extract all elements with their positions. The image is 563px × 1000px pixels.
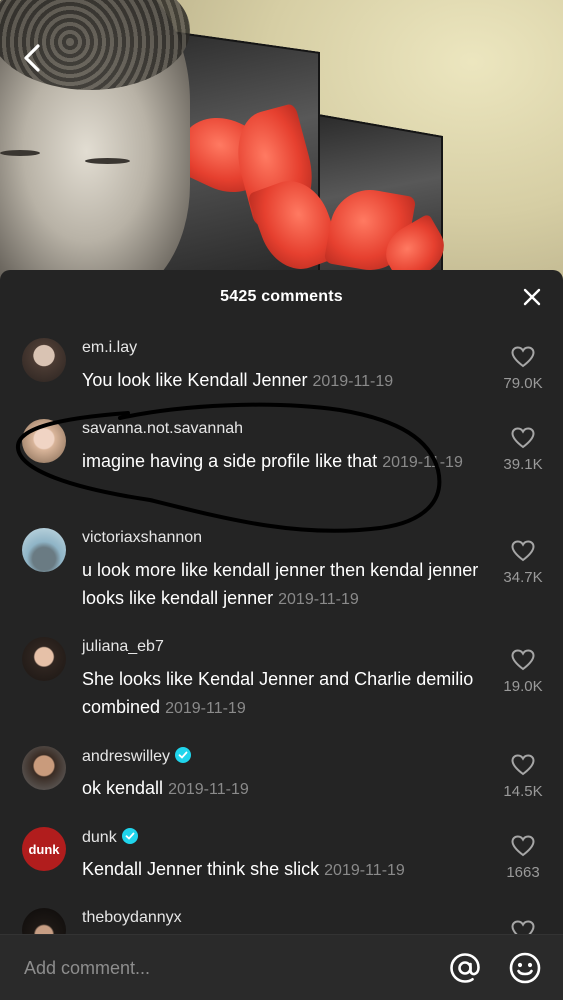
comment-text: You look like Kendall Jenner 2019-11-19	[82, 366, 482, 396]
comment-date: 2019-11-19	[278, 591, 359, 608]
comment-text: She looks like Kendal Jenner and Charlie…	[82, 665, 482, 723]
heart-icon	[511, 754, 535, 776]
like-count: 39.1K	[503, 456, 543, 473]
like-button[interactable]: 1663	[493, 835, 553, 881]
heart-icon	[511, 920, 535, 934]
avatar[interactable]	[22, 419, 66, 463]
heart-icon	[511, 649, 535, 671]
comment-username[interactable]: andreswilley	[82, 747, 192, 766]
avatar[interactable]: dunk	[22, 827, 66, 871]
like-button[interactable]: 79.0K	[493, 346, 553, 392]
like-button[interactable]	[493, 920, 553, 934]
comment-body: imagine having a side profile like that	[82, 451, 378, 471]
comment-item: dunk dunk Kendall Jenner think she slick…	[0, 827, 563, 897]
emoji-button[interactable]	[508, 951, 542, 985]
comment-username[interactable]: juliana_eb7	[82, 638, 164, 656]
like-count: 34.7K	[503, 569, 543, 586]
verified-icon	[175, 747, 192, 763]
comment-username[interactable]: em.i.lay	[82, 339, 137, 357]
dunk-logo: dunk	[28, 841, 60, 857]
comment-username-text: andreswilley	[82, 748, 171, 765]
avatar[interactable]	[22, 746, 66, 790]
mention-button[interactable]	[448, 951, 482, 985]
comment-item: juliana_eb7 She looks like Kendal Jenner…	[0, 637, 563, 727]
comment-username[interactable]: theboydannyx	[82, 909, 182, 927]
heart-icon	[511, 540, 535, 562]
heart-icon	[511, 346, 535, 368]
comment-input-bar	[0, 934, 563, 1000]
comment-text: u look more like kendall jenner then ken…	[82, 556, 482, 614]
like-count: 19.0K	[503, 678, 543, 695]
avatar[interactable]	[22, 637, 66, 681]
buddha-eye	[0, 150, 40, 156]
comment-date: 2019-11-19	[324, 862, 405, 879]
add-comment-input[interactable]	[24, 955, 404, 981]
close-icon	[523, 288, 541, 306]
comment-list[interactable]: em.i.lay You look like Kendall Jenner 20…	[0, 324, 563, 934]
comment-item: andreswilley ok kendall 2019-11-19 14.5K	[0, 746, 563, 816]
like-button[interactable]: 14.5K	[493, 754, 553, 800]
comments-header: 5425 comments	[0, 270, 563, 324]
comment-text: Kendall Jenner think she slick 2019-11-1…	[82, 855, 482, 885]
like-button[interactable]: 34.7K	[493, 540, 553, 586]
comment-username[interactable]: savanna.not.savannah	[82, 420, 243, 438]
close-button[interactable]	[521, 286, 543, 308]
comment-username-text: dunk	[82, 829, 117, 846]
comments-sheet: 5425 comments em.i.lay You look like Ken…	[0, 270, 563, 1000]
comment-username[interactable]: dunk	[82, 828, 138, 847]
comment-username[interactable]: victoriaxshannon	[82, 529, 202, 547]
comments-count-title: 5425 comments	[220, 288, 343, 305]
comment-date: 2019-11-19	[168, 781, 249, 798]
like-count: 79.0K	[503, 375, 543, 392]
comment-text: ok kendall 2019-11-19	[82, 774, 482, 804]
emoji-icon	[509, 952, 541, 984]
comment-date: 2019-11-19	[165, 700, 246, 717]
avatar[interactable]	[22, 528, 66, 572]
heart-icon	[511, 835, 535, 857]
comment-item: theboydannyx	[0, 908, 563, 934]
back-button[interactable]	[14, 38, 54, 78]
comment-date: 2019-11-19	[312, 373, 394, 390]
comment-text: imagine having a side profile like that …	[82, 447, 482, 477]
at-mention-icon	[450, 953, 480, 983]
like-count: 1663	[506, 864, 540, 881]
comment-date: 2019-11-19	[382, 454, 463, 471]
like-count: 14.5K	[503, 783, 543, 800]
comment-item: em.i.lay You look like Kendall Jenner 20…	[0, 338, 563, 408]
comment-item: savanna.not.savannah imagine having a si…	[0, 419, 563, 509]
comment-body: Kendall Jenner think she slick	[82, 859, 320, 879]
avatar[interactable]	[22, 338, 66, 382]
like-button[interactable]: 19.0K	[493, 649, 553, 695]
avatar[interactable]	[22, 908, 66, 934]
comment-body: You look like Kendall Jenner	[82, 370, 308, 390]
comment-body: She looks like Kendal Jenner and Charlie…	[82, 669, 474, 717]
comment-body: ok kendall	[82, 778, 164, 798]
comment-item: victoriaxshannon u look more like kendal…	[0, 528, 563, 618]
like-button[interactable]: 39.1K	[493, 427, 553, 473]
buddha-eye	[85, 158, 130, 164]
verified-icon	[121, 828, 138, 844]
back-chevron-icon	[24, 44, 40, 72]
video-background[interactable]	[0, 0, 563, 290]
heart-icon	[511, 427, 535, 449]
